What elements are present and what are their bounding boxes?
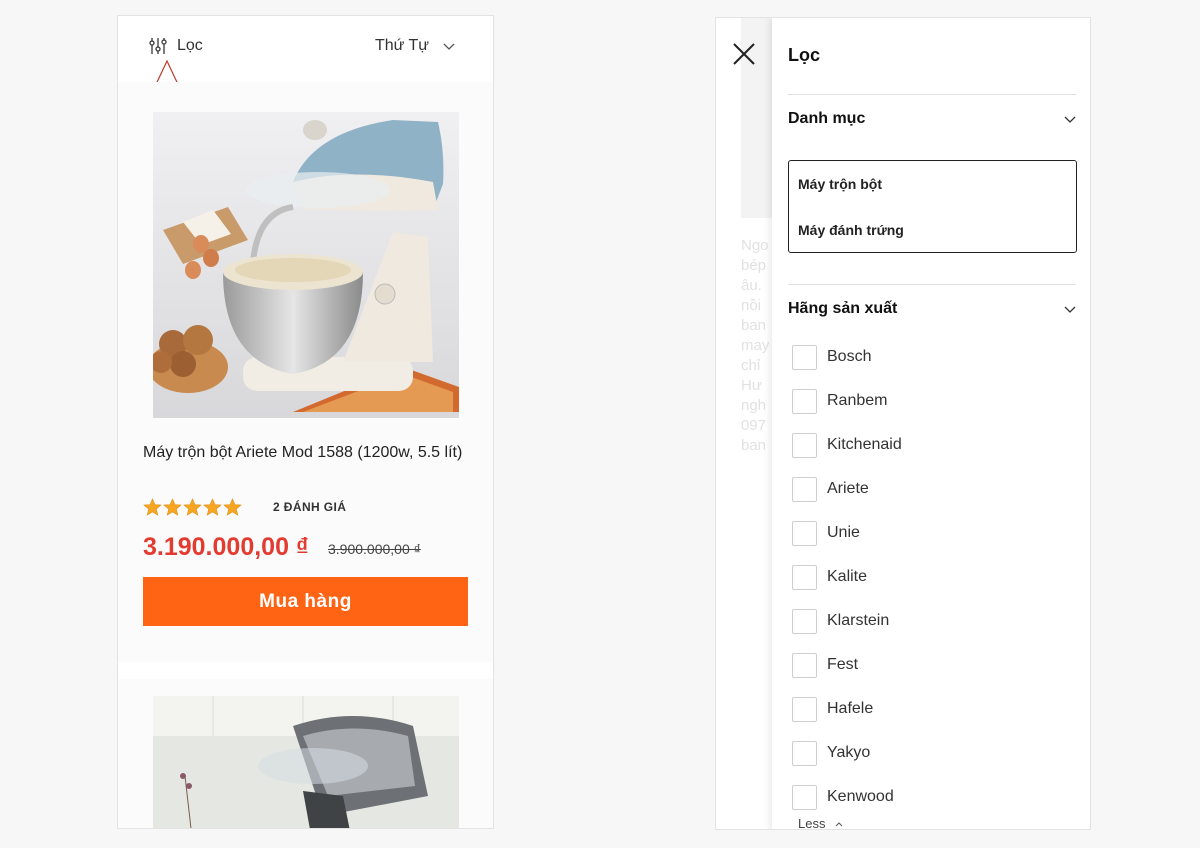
brand-label: Unie xyxy=(827,524,860,541)
brand-label: Klarstein xyxy=(827,612,890,629)
checkbox[interactable] xyxy=(792,652,817,678)
filter-screen: Ngo bép âu. nồi ban may chỉ Hư ngh 097 b… xyxy=(715,17,1091,830)
brand-heading: Hãng sản xuất xyxy=(788,300,898,317)
close-icon[interactable] xyxy=(730,40,758,68)
brand-option[interactable]: Kitchenaid xyxy=(792,432,1052,458)
checkbox[interactable] xyxy=(792,564,817,590)
filter-button[interactable]: Lọc xyxy=(148,36,203,56)
filter-label: Lọc xyxy=(177,37,203,54)
rating-stars xyxy=(143,498,243,517)
filter-drawer: Lọc Danh mục Máy trộn bột Máy đánh trứng… xyxy=(772,18,1090,830)
checkbox[interactable] xyxy=(792,476,817,502)
brand-option[interactable]: Klarstein xyxy=(792,608,1052,634)
checkbox[interactable] xyxy=(792,432,817,458)
brand-label: Kalite xyxy=(827,568,868,585)
brand-option[interactable]: Kalite xyxy=(792,564,1052,590)
brand-option[interactable]: Bosch xyxy=(792,344,1052,370)
star-icon xyxy=(203,498,222,516)
brand-option[interactable]: Ariete xyxy=(792,476,1052,502)
sale-price: 3.190.000,00 ₫ xyxy=(143,533,309,561)
brand-option[interactable]: Hafele xyxy=(792,696,1052,722)
brand-label: Fest xyxy=(827,656,859,673)
chevron-down-icon xyxy=(1064,116,1076,123)
drawer-title: Lọc xyxy=(788,45,821,65)
sort-label: Thứ Tự xyxy=(374,37,429,54)
brand-option[interactable]: Kenwood xyxy=(792,784,1052,810)
product-card[interactable] xyxy=(118,679,493,828)
chevron-down-icon xyxy=(443,43,455,50)
checkbox[interactable] xyxy=(792,784,817,810)
product-image[interactable] xyxy=(153,112,459,418)
stand-mixer-image xyxy=(153,112,459,418)
brand-label: Ranbem xyxy=(827,392,888,409)
star-icon xyxy=(183,498,202,516)
filter-sliders-icon xyxy=(149,38,167,54)
product-list-screen: Lọc Thứ Tự Máy trộn bột Ariete Mod 1588 … xyxy=(117,15,494,829)
brand-label: Kitchenaid xyxy=(827,436,902,453)
divider xyxy=(788,94,1076,95)
checkbox[interactable] xyxy=(792,608,817,634)
checkbox[interactable] xyxy=(792,740,817,766)
brand-option[interactable]: Unie xyxy=(792,520,1052,546)
category-list: Máy trộn bột Máy đánh trứng xyxy=(788,160,1077,253)
brand-option[interactable]: Yakyo xyxy=(792,740,1052,766)
brand-label: Yakyo xyxy=(827,744,871,761)
checkbox[interactable] xyxy=(792,388,817,414)
brand-section-header[interactable]: Hãng sản xuất xyxy=(788,300,1076,318)
brand-option[interactable]: Ranbem xyxy=(792,388,1052,414)
chevron-up-icon xyxy=(836,821,843,826)
product-title[interactable]: Máy trộn bột Ariete Mod 1588 (1200w, 5.5… xyxy=(143,442,473,463)
stand-mixer-image xyxy=(153,696,459,828)
brand-label: Ariete xyxy=(827,480,869,497)
checkbox[interactable] xyxy=(792,520,817,546)
brand-label: Bosch xyxy=(827,348,872,365)
star-icon xyxy=(223,498,242,516)
sort-dropdown[interactable]: Thứ Tự xyxy=(375,37,455,55)
checkbox[interactable] xyxy=(792,696,817,722)
background-text: Ngo bép âu. nồi ban may chỉ Hư ngh 097 b… xyxy=(741,237,770,454)
category-item[interactable]: Máy đánh trứng xyxy=(798,222,904,238)
show-less-button[interactable]: Less xyxy=(798,816,843,830)
divider xyxy=(788,284,1076,285)
brand-option[interactable]: Fest xyxy=(792,652,1052,678)
product-card[interactable]: Máy trộn bột Ariete Mod 1588 (1200w, 5.5… xyxy=(118,82,493,662)
category-heading: Danh mục xyxy=(788,110,866,127)
review-count[interactable]: 2 ĐÁNH GIÁ xyxy=(273,500,346,514)
star-icon xyxy=(163,498,182,516)
category-section-header[interactable]: Danh mục xyxy=(788,110,1076,128)
category-item[interactable]: Máy trộn bột xyxy=(798,176,882,192)
buy-button[interactable]: Mua hàng xyxy=(143,577,468,626)
checkbox[interactable] xyxy=(792,344,817,370)
chevron-down-icon xyxy=(1064,306,1076,313)
product-image[interactable] xyxy=(153,696,459,828)
star-icon xyxy=(143,498,162,516)
less-label: Less xyxy=(798,816,826,830)
background-product-page: Ngo bép âu. nồi ban may chỉ Hư ngh 097 b… xyxy=(741,18,776,829)
brand-label: Kenwood xyxy=(827,788,894,805)
brand-label: Hafele xyxy=(827,700,874,717)
original-price: 3.900.000,00 ₫ xyxy=(328,541,421,557)
